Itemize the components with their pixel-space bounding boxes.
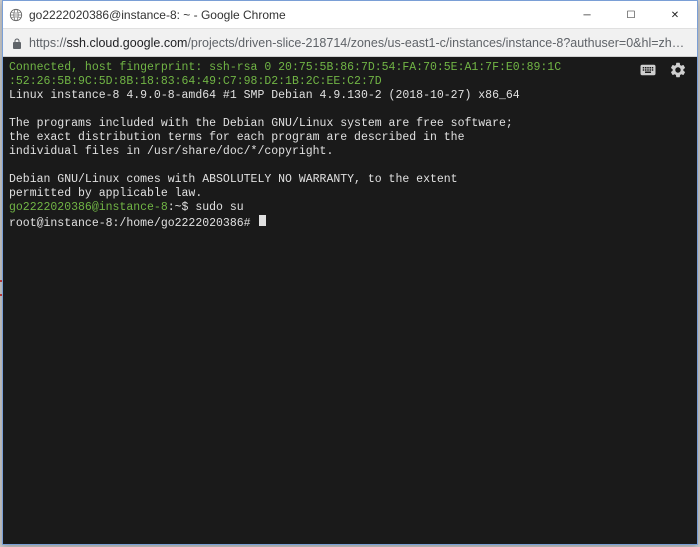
prompt-line-2: root@instance-8:/home/go2222020386# — [9, 215, 691, 231]
terminal[interactable]: Connected, host fingerprint: ssh-rsa 0 2… — [3, 57, 697, 544]
window-controls: ─ ☐ ✕ — [565, 1, 697, 28]
close-button[interactable]: ✕ — [653, 1, 697, 29]
motd-line3: individual files in /usr/share/doc/*/cop… — [9, 145, 691, 159]
gear-icon[interactable] — [669, 61, 687, 84]
prompt-command: sudo su — [195, 201, 243, 214]
cursor — [259, 215, 266, 226]
browser-window: go2222020386@instance-8: ~ - Google Chro… — [2, 0, 698, 545]
url-prefix: https:// — [29, 36, 67, 50]
address-bar[interactable]: https://ssh.cloud.google.com/projects/dr… — [3, 29, 697, 57]
minimize-button[interactable]: ─ — [565, 1, 609, 29]
terminal-toolbar — [639, 61, 687, 84]
root-prompt: root@instance-8:/home/go2222020386# — [9, 217, 251, 230]
maximize-button[interactable]: ☐ — [609, 1, 653, 29]
motd-line4: Debian GNU/Linux comes with ABSOLUTELY N… — [9, 173, 691, 187]
favicon-globe-icon — [9, 8, 23, 22]
ssh-fingerprint-line1: Connected, host fingerprint: ssh-rsa 0 2… — [9, 61, 691, 75]
blank-line — [9, 159, 691, 173]
lock-icon — [11, 37, 23, 49]
title-bar[interactable]: go2222020386@instance-8: ~ - Google Chro… — [3, 1, 697, 29]
motd-line2: the exact distribution terms for each pr… — [9, 131, 691, 145]
prompt-line-1: go2222020386@instance-8:~$ sudo su — [9, 201, 691, 215]
blank-line — [9, 103, 691, 117]
prompt-path: :~$ — [168, 201, 196, 214]
url-path: /projects/driven-slice-218714/zones/us-e… — [187, 36, 689, 50]
uname-line: Linux instance-8 4.9.0-8-amd64 #1 SMP De… — [9, 89, 691, 103]
motd-line5: permitted by applicable law. — [9, 187, 691, 201]
url-host: ssh.cloud.google.com — [67, 36, 188, 50]
url-text[interactable]: https://ssh.cloud.google.com/projects/dr… — [29, 36, 689, 50]
ssh-fingerprint-line2: :52:26:5B:9C:5D:8B:18:83:64:49:C7:98:D2:… — [9, 75, 691, 89]
keyboard-icon[interactable] — [639, 61, 657, 84]
prompt-user: go2222020386@instance-8 — [9, 201, 168, 214]
motd-line1: The programs included with the Debian GN… — [9, 117, 691, 131]
window-title: go2222020386@instance-8: ~ - Google Chro… — [29, 8, 565, 22]
